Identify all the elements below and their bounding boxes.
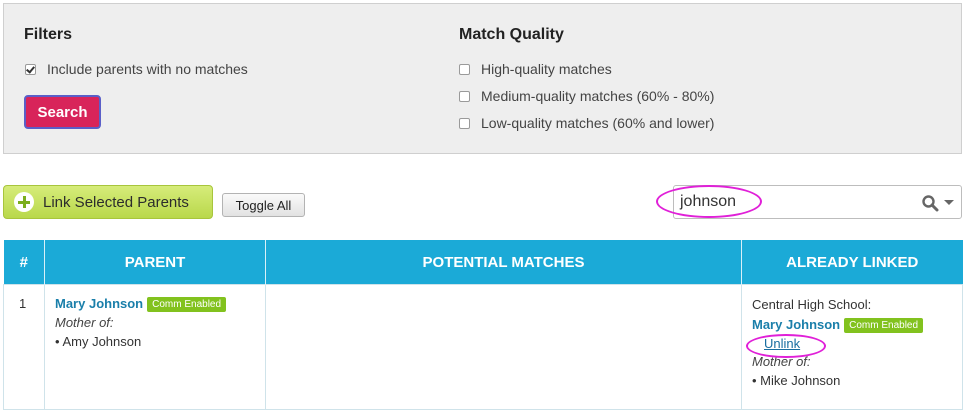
low-quality-checkbox[interactable]: Low-quality matches (60% and lower) bbox=[459, 115, 714, 131]
medium-quality-checkbox[interactable]: Medium-quality matches (60% - 80%) bbox=[459, 88, 714, 104]
table-row[interactable]: 1 Mary Johnson Comm Enabled Mother of: • … bbox=[3, 284, 963, 410]
comm-enabled-badge: Comm Enabled bbox=[147, 297, 227, 312]
row-index-cell: 1 bbox=[3, 284, 45, 410]
caret-down-icon[interactable] bbox=[944, 200, 954, 205]
column-header-parent: PARENT bbox=[44, 240, 266, 285]
toggle-all-button[interactable]: Toggle All bbox=[222, 193, 305, 217]
child-name: Mike Johnson bbox=[760, 373, 841, 388]
low-quality-label: Low-quality matches (60% and lower) bbox=[481, 115, 715, 131]
column-header-potential-matches: POTENTIAL MATCHES bbox=[265, 240, 742, 285]
search-button[interactable]: Search bbox=[24, 95, 101, 129]
checkbox[interactable] bbox=[459, 63, 470, 75]
child-list-item: • Mike Johnson bbox=[752, 373, 841, 388]
search-input[interactable]: johnson bbox=[656, 185, 962, 219]
table-header-row: # PARENT POTENTIAL MATCHES ALREADY LINKE… bbox=[3, 240, 963, 285]
filters-panel: Filters Include parents with no matches … bbox=[3, 3, 962, 154]
high-quality-label: High-quality matches bbox=[481, 61, 612, 77]
checkbox[interactable] bbox=[459, 90, 470, 102]
child-list-item: • Amy Johnson bbox=[55, 334, 142, 349]
link-selected-parents-button[interactable]: Link Selected Parents bbox=[3, 185, 213, 219]
column-header-index: # bbox=[3, 240, 45, 285]
checkbox-checked[interactable] bbox=[25, 63, 36, 75]
linked-parent-name[interactable]: Mary Johnson bbox=[752, 317, 840, 332]
potential-matches-cell bbox=[265, 284, 742, 410]
linked-school: Central High School: bbox=[752, 297, 872, 312]
checkbox[interactable] bbox=[459, 117, 470, 129]
parent-relation: Mother of: bbox=[55, 315, 114, 330]
results-table: # PARENT POTENTIAL MATCHES ALREADY LINKE… bbox=[3, 240, 963, 410]
plus-circle-icon bbox=[14, 192, 34, 212]
include-no-matches-label: Include parents with no matches bbox=[47, 61, 248, 77]
include-no-matches-checkbox[interactable]: Include parents with no matches bbox=[25, 61, 248, 77]
highlight-annotation bbox=[746, 334, 826, 358]
medium-quality-label: Medium-quality matches (60% - 80%) bbox=[481, 88, 715, 104]
highlight-annotation bbox=[656, 185, 762, 218]
search-icon[interactable] bbox=[921, 194, 939, 212]
match-quality-title: Match Quality bbox=[459, 26, 564, 43]
link-selected-parents-label: Link Selected Parents bbox=[43, 193, 189, 211]
child-name: Amy Johnson bbox=[62, 334, 142, 349]
parent-name[interactable]: Mary Johnson bbox=[55, 296, 143, 311]
high-quality-checkbox[interactable]: High-quality matches bbox=[459, 61, 612, 77]
row-index: 1 bbox=[19, 296, 27, 311]
column-header-already-linked: ALREADY LINKED bbox=[741, 240, 963, 285]
comm-enabled-badge: Comm Enabled bbox=[844, 318, 924, 333]
filters-title: Filters bbox=[24, 26, 73, 43]
already-linked-cell: Central High School: Mary Johnson Comm En… bbox=[741, 284, 963, 410]
parent-cell: Mary Johnson Comm Enabled Mother of: • Am… bbox=[44, 284, 266, 410]
